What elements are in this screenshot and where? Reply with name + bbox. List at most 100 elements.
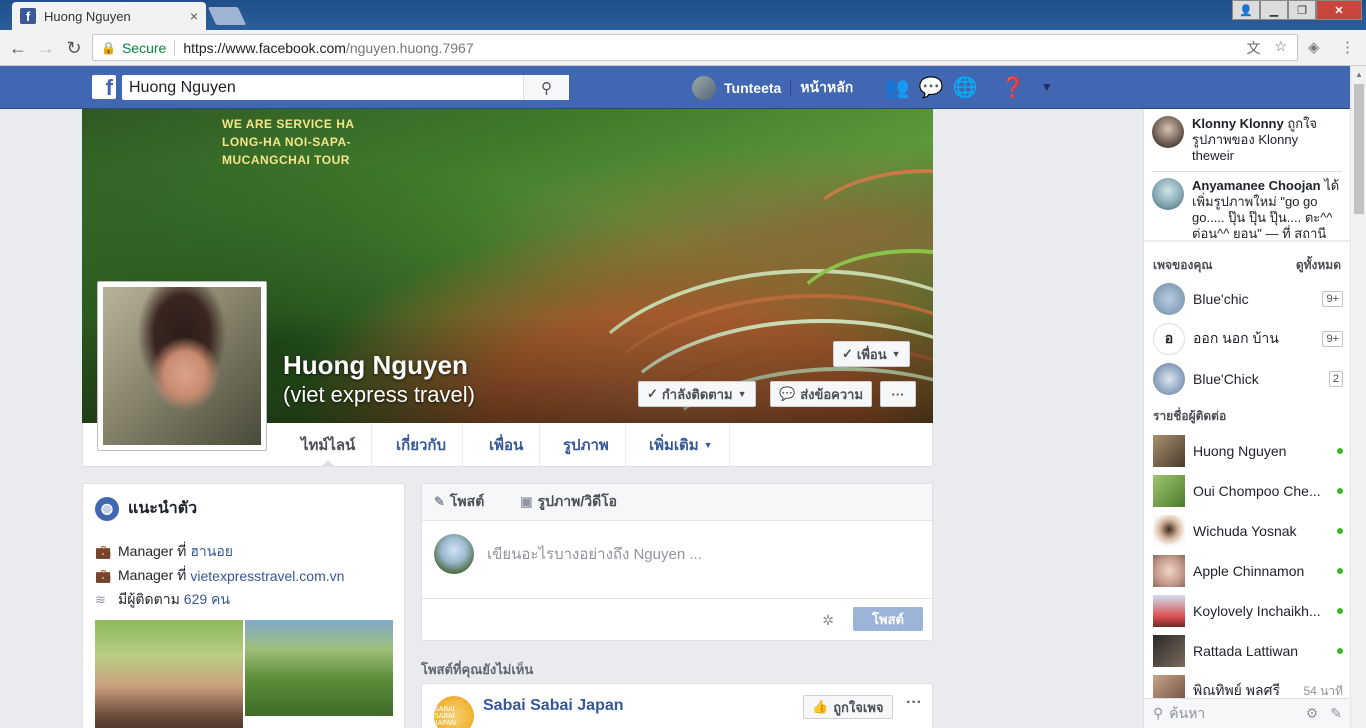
page-item[interactable]: Blue'chic 9+: [1153, 283, 1343, 315]
rss-icon: ≋: [95, 592, 106, 607]
tab-title: Huong Nguyen: [44, 8, 131, 24]
globe-icon: ◍: [95, 496, 119, 521]
gear-icon[interactable]: ✲: [822, 612, 834, 629]
search-icon[interactable]: ⚲: [523, 75, 569, 100]
contact-item[interactable]: Wichuda Yosnak: [1153, 515, 1343, 547]
intro-row-followers: ≋ มีผู้ติดตาม 629 คน: [95, 589, 230, 611]
browser-tab[interactable]: f Huong Nguyen ×: [12, 2, 206, 30]
more-options-button[interactable]: ···: [880, 381, 916, 407]
chat-search-input[interactable]: ค้นหา: [1169, 703, 1205, 725]
tab-friends[interactable]: เพื่อน: [473, 423, 541, 466]
facebook-logo-icon[interactable]: f: [92, 75, 116, 99]
bookmark-star-icon[interactable]: ☆: [1274, 38, 1287, 58]
ticker-text-wrap: Klonny Klonny ถูกใจรูปภาพของ Klonny thew…: [1192, 116, 1342, 164]
profile-alternate-name: (viet express travel): [283, 382, 475, 407]
workplace-link[interactable]: vietexpresstravel.com.vn: [190, 568, 344, 584]
contact-avatar: [1153, 635, 1185, 667]
following-button[interactable]: ✓ กำลังติดตาม ▼: [638, 381, 756, 407]
intro-card: ◍ แนะนำตัว 💼 Manager ที่ ฮานอย 💼 Manager…: [82, 483, 405, 728]
new-tab-button[interactable]: [207, 7, 247, 25]
scrollbar-thumb[interactable]: [1354, 84, 1364, 214]
page-item[interactable]: Blue'Chick 2: [1153, 363, 1343, 395]
ticker-avatar: [1152, 178, 1184, 210]
notification-icons: 👥 💬 🌐 ❓ ▼: [884, 74, 1060, 100]
composer-tab-photo-label: รูปภาพ/วิดีโอ: [537, 493, 618, 509]
scroll-up-icon[interactable]: ▲: [1355, 70, 1363, 79]
translate-icon[interactable]: 文: [1246, 38, 1260, 58]
intro-header: ◍ แนะนำตัว: [95, 496, 197, 521]
tab-close-icon[interactable]: ×: [190, 8, 198, 24]
contact-item[interactable]: Apple Chinnamon: [1153, 555, 1343, 587]
contact-item[interactable]: Huong Nguyen: [1153, 435, 1343, 467]
post-button[interactable]: โพสต์: [853, 607, 923, 631]
home-link[interactable]: หน้าหลัก: [800, 77, 853, 99]
window-close-icon[interactable]: ✕: [1316, 0, 1362, 20]
profile-name[interactable]: Huong Nguyen: [283, 350, 468, 381]
notification-badge: 2: [1328, 371, 1343, 387]
photo-thumbnail[interactable]: [245, 620, 393, 716]
window-controls: 👤 ▁ ❐ ✕: [1232, 0, 1362, 20]
friend-requests-icon[interactable]: 👥: [884, 74, 910, 100]
tab-more[interactable]: เพิ่มเติม ▼: [633, 423, 730, 466]
address-bar[interactable]: 🔒 Secure https://www.facebook.com/nguyen…: [92, 34, 1298, 61]
search-icon: ⚲: [1153, 705, 1164, 721]
contact-name: Oui Chompoo Che...: [1193, 483, 1321, 499]
unseen-posts-heading: โพสต์ที่คุณยังไม่เห็น: [421, 662, 534, 677]
thumbs-up-icon: 👍: [812, 699, 829, 714]
photo-thumbnail[interactable]: [95, 620, 243, 728]
intro-text: มีผู้ติดตาม: [118, 591, 180, 607]
contact-name: Rattada Lattiwan: [1193, 643, 1299, 659]
page-name: ออก นอก บ้าน: [1193, 330, 1279, 346]
chat-search[interactable]: ⚲ ค้นหา ⚙ ✎: [1144, 698, 1351, 728]
intro-text: Manager ที่: [118, 543, 187, 559]
page-name-link[interactable]: Sabai Sabai Japan: [483, 697, 624, 715]
like-page-button[interactable]: 👍 ถูกใจเพจ: [803, 695, 893, 719]
user-name-link[interactable]: Tunteeta: [724, 80, 781, 96]
contact-item[interactable]: Oui Chompoo Che...: [1153, 475, 1343, 507]
menu-icon[interactable]: ⋮: [1340, 38, 1355, 56]
composer-input[interactable]: เขียนอะไรบางอย่างถึง Nguyen ...: [487, 542, 702, 566]
post-options-icon[interactable]: ···: [906, 694, 922, 712]
feed-post-card: SABAI SABAI JAPAN Sabai Sabai Japan 👍 ถู…: [421, 683, 933, 728]
reload-icon[interactable]: ↻: [62, 36, 86, 60]
page-avatar[interactable]: SABAI SABAI JAPAN: [434, 696, 474, 728]
page-scrollbar[interactable]: ▲: [1350, 66, 1366, 728]
see-all-link[interactable]: ดูทั้งหมด: [1296, 256, 1341, 275]
tab-about[interactable]: เกี่ยวกับ: [380, 423, 464, 466]
divider: [790, 79, 792, 97]
forward-icon[interactable]: →: [34, 36, 58, 60]
minimize-icon[interactable]: ▁: [1260, 0, 1288, 20]
tab-timeline[interactable]: ไทม์ไลน์: [285, 423, 373, 466]
user-profile-icon[interactable]: 👤: [1232, 0, 1260, 20]
friend-button[interactable]: ✓ เพื่อน ▼: [833, 341, 910, 367]
messenger-icon[interactable]: 💬: [918, 74, 944, 100]
account-menu-icon[interactable]: ▼: [1034, 74, 1060, 100]
help-icon[interactable]: ❓: [1000, 74, 1026, 100]
profile-picture[interactable]: [97, 281, 267, 451]
search-input[interactable]: [122, 78, 523, 97]
followers-link[interactable]: 629 คน: [184, 589, 230, 611]
composer-avatar: [434, 534, 474, 574]
tab-photos[interactable]: รูปภาพ: [547, 423, 626, 466]
message-button[interactable]: 💬 ส่งข้อความ: [770, 381, 873, 407]
maximize-icon[interactable]: ❐: [1288, 0, 1316, 20]
ticker-item[interactable]: Anyamanee Choojan ได้เพิ่มรูปภาพใหม่ "go…: [1152, 178, 1342, 242]
page-avatar: [1153, 283, 1185, 315]
back-icon[interactable]: ←: [6, 36, 30, 60]
online-status-dot: [1337, 568, 1343, 574]
ticker-text-wrap: Anyamanee Choojan ได้เพิ่มรูปภาพใหม่ "go…: [1192, 178, 1342, 242]
workplace-link[interactable]: ฮานอย: [190, 541, 233, 563]
ticker-item[interactable]: Klonny Klonny ถูกใจรูปภาพของ Klonny thew…: [1152, 116, 1342, 164]
notifications-globe-icon[interactable]: 🌐: [952, 74, 978, 100]
extension-icon[interactable]: ◈: [1308, 38, 1320, 56]
user-avatar[interactable]: [692, 76, 716, 100]
browser-tabstrip: f Huong Nguyen × 👤 ▁ ❐ ✕: [0, 0, 1366, 30]
page-item[interactable]: อ ออก นอก บ้าน 9+: [1153, 323, 1343, 355]
contact-item[interactable]: Koylovely Inchaikh...: [1153, 595, 1343, 627]
page-name: Blue'chic: [1193, 291, 1249, 307]
composer-tab-photo[interactable]: ▣ รูปภาพ/วิดีโอ: [520, 491, 635, 513]
chat-settings-icon[interactable]: ⚙: [1306, 705, 1319, 722]
new-message-icon[interactable]: ✎: [1330, 705, 1342, 722]
contact-item[interactable]: Rattada Lattiwan: [1153, 635, 1343, 667]
composer-tab-post[interactable]: ✎ โพสต์: [434, 491, 502, 513]
